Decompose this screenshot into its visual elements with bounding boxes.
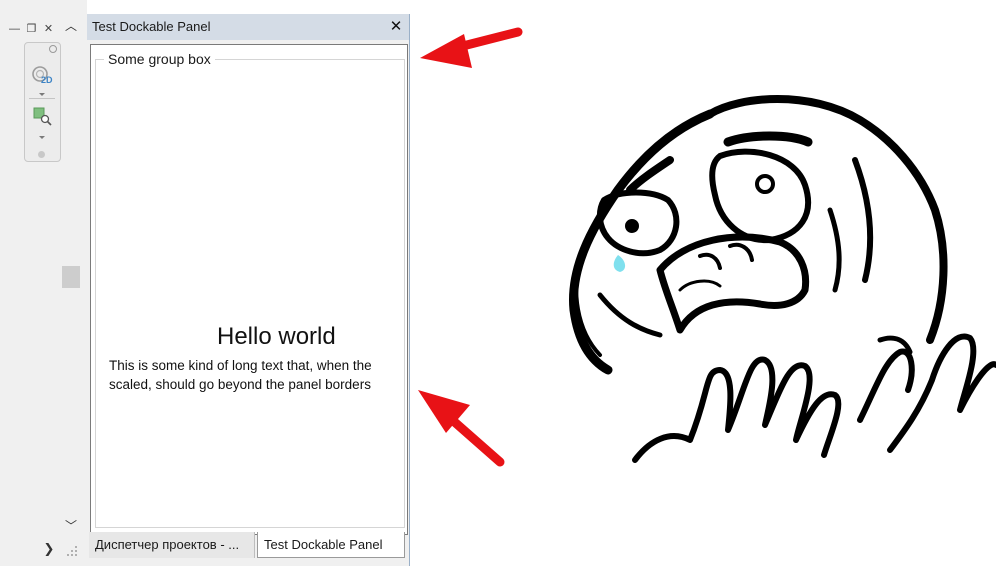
red-arrow-icon xyxy=(420,27,523,68)
zoom-window-icon[interactable] xyxy=(33,107,53,127)
panel-tab-strip: Диспетчер проектов - ... Test Dockable P… xyxy=(87,532,409,562)
scroll-down-icon[interactable]: ﹀ xyxy=(62,518,80,534)
navigation-tool-palette: 2D xyxy=(24,42,61,162)
long-text: This is some kind of long text that, whe… xyxy=(109,356,403,394)
group-box: Some group box xyxy=(95,51,405,528)
left-dock-strip: — ❐ ✕ 2D ︿ ﹀ ❯ xyxy=(0,0,87,566)
scroll-up-icon[interactable]: ︿ xyxy=(62,18,80,34)
dockable-panel: Test Dockable Panel ✕ Some group box Hel… xyxy=(87,14,410,566)
rage-face-drawing xyxy=(568,95,996,463)
close-icon[interactable]: ✕ xyxy=(388,14,404,40)
palette-close-icon[interactable] xyxy=(49,45,57,53)
palette-scroll-knob[interactable] xyxy=(38,151,45,158)
vertical-scrollbar[interactable]: ︿ ﹀ xyxy=(62,18,80,538)
chevron-down-icon[interactable] xyxy=(39,93,45,96)
chevron-right-icon[interactable]: ❯ xyxy=(41,541,57,557)
view-2d-icon[interactable]: 2D xyxy=(30,65,54,85)
scrollbar-thumb[interactable] xyxy=(62,266,80,288)
close-x-icon[interactable]: ✕ xyxy=(42,18,55,40)
panel-titlebar[interactable]: Test Dockable Panel ✕ xyxy=(87,14,409,40)
minimize-icon[interactable]: — xyxy=(8,18,21,40)
chevron-down-icon[interactable] xyxy=(39,136,45,139)
panel-title: Test Dockable Panel xyxy=(92,19,211,34)
left-dock-window-controls: — ❐ ✕ xyxy=(0,18,62,40)
resize-grip-icon[interactable] xyxy=(66,545,78,557)
long-text-line: scaled, should go beyond the panel borde… xyxy=(109,377,371,392)
badge-2d-label: 2D xyxy=(41,75,53,85)
restore-icon[interactable]: ❐ xyxy=(25,18,38,40)
group-box-label: Some group box xyxy=(104,51,215,67)
long-text-line: This is some kind of long text that, whe… xyxy=(109,358,372,373)
tab-test-dockable-panel[interactable]: Test Dockable Panel xyxy=(257,532,405,558)
red-arrow-icon xyxy=(418,390,505,467)
hello-heading: Hello world xyxy=(217,323,336,350)
panel-content: Some group box Hello world This is some … xyxy=(90,44,408,535)
tab-project-manager[interactable]: Диспетчер проектов - ... xyxy=(89,532,255,558)
palette-divider xyxy=(29,98,55,99)
